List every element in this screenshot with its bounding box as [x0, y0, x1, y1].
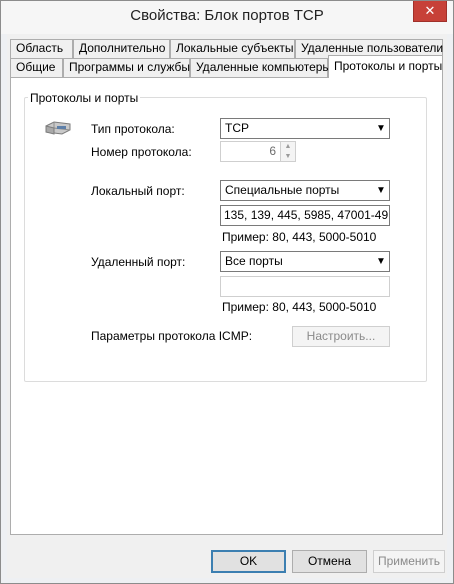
apply-label: Применить	[377, 554, 440, 568]
network-port-icon	[45, 121, 71, 135]
tab-scope[interactable]: Область	[10, 39, 73, 58]
ok-button[interactable]: OK	[211, 550, 286, 573]
protocol-type-value: TCP	[225, 121, 249, 135]
local-port-input[interactable]: 135, 139, 445, 5985, 47001-49157	[220, 205, 390, 226]
dialog-client: Область Дополнительно Локальные субъекты…	[7, 34, 447, 578]
tab-label: Программы и службы	[69, 60, 190, 74]
tab-label: Протоколы и порты	[334, 59, 443, 73]
protocol-number-stepper[interactable]: ▲ ▼	[281, 141, 296, 162]
tab-label: Удаленные пользователи	[301, 41, 444, 55]
protocol-number-label: Номер протокола:	[91, 145, 192, 159]
cancel-label: Отмена	[307, 554, 352, 568]
chevron-down-icon: ▼	[376, 123, 386, 134]
close-button[interactable]: ✕	[413, 1, 447, 22]
tab-local-principals[interactable]: Локальные субъекты	[170, 39, 295, 58]
tab-panel-protocols-ports: Протоколы и порты Тип протокола: TCP ▼ Н…	[10, 77, 443, 535]
protocol-number-value: 6	[269, 144, 276, 158]
properties-dialog: Свойства: Блок портов TCP ✕ Область Допо…	[0, 0, 454, 584]
tab-label: Дополнительно	[79, 41, 166, 55]
remote-port-label: Удаленный порт:	[91, 255, 186, 269]
chevron-down-icon: ▼	[376, 185, 386, 196]
tab-remote-computers[interactable]: Удаленные компьютеры	[190, 58, 332, 77]
tab-label: Общие	[16, 60, 56, 74]
group-title: Протоколы и порты	[28, 91, 141, 105]
tab-label: Удаленные компьютеры	[196, 60, 332, 74]
remote-port-example: Пример: 80, 443, 5000-5010	[222, 300, 377, 314]
local-port-select[interactable]: Специальные порты ▼	[220, 180, 390, 201]
tab-general[interactable]: Общие	[10, 58, 63, 77]
window-title: Свойства: Блок портов TCP	[130, 7, 324, 24]
title-bar[interactable]: Свойства: Блок портов TCP ✕	[1, 1, 453, 34]
local-port-value: Специальные порты	[225, 183, 340, 197]
tab-protocols-ports[interactable]: Протоколы и порты	[328, 55, 443, 78]
remote-port-input[interactable]	[220, 276, 390, 297]
stepper-down-icon[interactable]: ▼	[281, 152, 295, 162]
tab-label: Локальные субъекты	[176, 41, 294, 55]
cancel-button[interactable]: Отмена	[292, 550, 367, 573]
local-port-text: 135, 139, 445, 5985, 47001-49157	[224, 208, 390, 222]
remote-port-select[interactable]: Все порты ▼	[220, 251, 390, 272]
protocol-number-input[interactable]: 6	[220, 141, 281, 162]
apply-button[interactable]: Применить	[373, 550, 445, 573]
protocol-type-label: Тип протокола:	[91, 122, 175, 136]
local-port-example: Пример: 80, 443, 5000-5010	[222, 230, 377, 244]
remote-port-value: Все порты	[225, 254, 283, 268]
tab-programs-services[interactable]: Программы и службы	[63, 58, 190, 77]
icmp-customize-label: Настроить...	[306, 329, 376, 343]
tab-advanced[interactable]: Дополнительно	[73, 39, 170, 58]
protocol-type-select[interactable]: TCP ▼	[220, 118, 390, 139]
icmp-customize-button[interactable]: Настроить...	[292, 326, 390, 347]
icmp-settings-label: Параметры протокола ICMP:	[91, 329, 253, 343]
local-port-label: Локальный порт:	[91, 184, 185, 198]
close-icon: ✕	[424, 3, 436, 18]
chevron-down-icon: ▼	[376, 256, 386, 267]
tab-label: Область	[16, 41, 64, 55]
stepper-up-icon[interactable]: ▲	[281, 142, 295, 152]
ok-label: OK	[239, 554, 258, 568]
